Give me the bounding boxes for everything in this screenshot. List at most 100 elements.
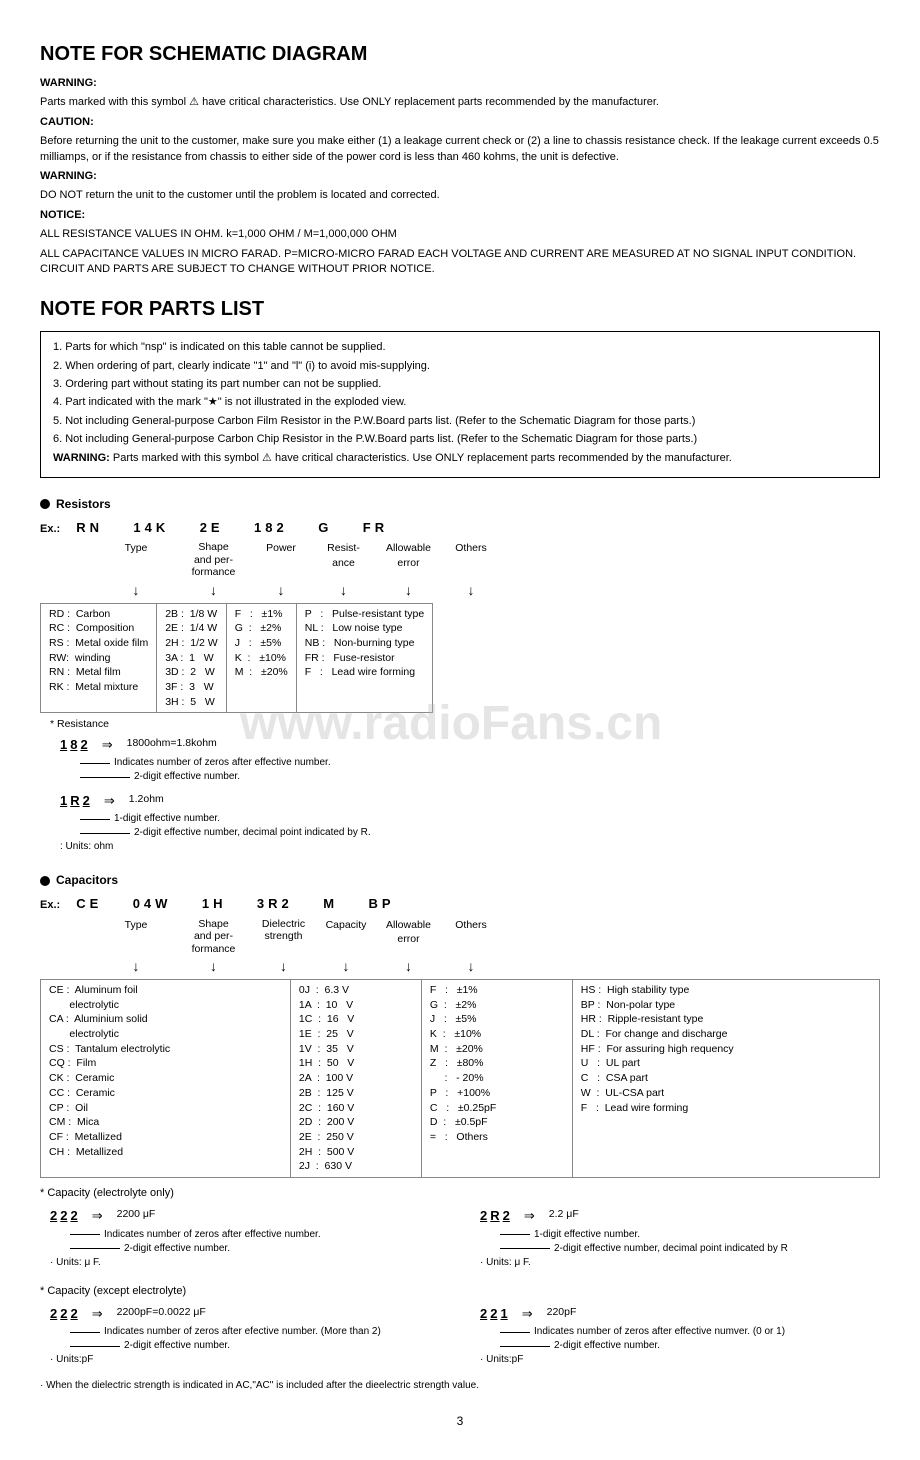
table-row: F : ±1%	[430, 983, 564, 998]
d-note-line: Indicates number of zeros after efective…	[70, 1325, 450, 1339]
table-row: BP : Non-polar type	[581, 998, 871, 1013]
table-row: 3A : 1 W	[165, 651, 218, 666]
ex-label: Ex.:	[40, 898, 60, 913]
d-arrow: ⇒	[92, 1305, 103, 1323]
table-row: CE : Aluminum foil electrolytic	[49, 983, 282, 1012]
d-note-line: 2-digit effective number.	[70, 1242, 450, 1256]
table-row: G : ±2%	[235, 621, 288, 636]
col-header-allowable: Allowableerror	[376, 541, 441, 579]
table-row: 1A : 10 V	[299, 998, 413, 1013]
cap-except-right: 2 2 1 ⇒ 220pF Indicates number of zeros …	[470, 1303, 880, 1371]
table-row: 2E : 250 V	[299, 1130, 413, 1145]
d-note-line: Indicates number of zeros after effectiv…	[500, 1325, 880, 1339]
note-text: 2-digit effective number.	[124, 1339, 230, 1353]
footer-note: · When the dielectric strength is indica…	[40, 1379, 880, 1393]
d-char: 2	[480, 1207, 487, 1225]
parts-list-title: NOTE FOR PARTS LIST	[40, 295, 880, 323]
d-arrow: ⇒	[104, 792, 115, 810]
notice-label: NOTICE:	[40, 209, 85, 221]
table-row: = : Others	[430, 1130, 564, 1145]
table-row: F : ±1%	[235, 607, 288, 622]
d-result: 2200pF=0.0022 μF	[117, 1305, 206, 1320]
table-row: 2A : 100 V	[299, 1071, 413, 1086]
warning2-label: WARNING:	[40, 170, 97, 182]
col-header-resistance: Resist-ance	[311, 541, 376, 579]
d-char: 1	[500, 1305, 507, 1323]
d-result: 1800ohm=1.8kohm	[127, 736, 217, 751]
cap-right-diagram: 2 R 2 ⇒ 2.2 μF 1-digit effective number.	[470, 1205, 880, 1273]
cap-left-diagram: 2 2 2 ⇒ 2200 μF Indicates number of zero…	[40, 1205, 450, 1273]
d-char: 2	[490, 1305, 497, 1323]
table-row: 3D : 2 W	[165, 665, 218, 680]
table-row: NL : Low noise type	[305, 621, 424, 636]
cap-type-col: CE : Aluminum foil electrolytic CA : Alu…	[41, 980, 291, 1178]
d-note-line: 2-digit effective number.	[80, 770, 880, 784]
list-item: 5. Not including General-purpose Carbon …	[53, 414, 867, 429]
table-row: RD : Carbon	[49, 607, 148, 622]
cap-voltage-col: 0J : 6.3 V 1A : 10 V 1C : 16 V 1E : 25 V…	[290, 980, 421, 1178]
col-header-type: Type	[96, 541, 176, 579]
table-row: J : ±5%	[430, 1012, 564, 1027]
d-char: 2	[480, 1305, 487, 1323]
table-row: K : ±10%	[430, 1027, 564, 1042]
res-power-col: 2B : 1/8 W 2E : 1/4 W 2H : 1/2 W 3A : 1 …	[157, 603, 227, 713]
d-arrow: ⇒	[522, 1305, 533, 1323]
table-row: 1E : 25 V	[299, 1027, 413, 1042]
caution-label: CAUTION:	[40, 116, 94, 128]
table-row: G : ±2%	[430, 998, 564, 1013]
table-row: HR : Ripple-resistant type	[581, 1012, 871, 1027]
d-result: 2.2 μF	[549, 1207, 579, 1222]
table-row: 2H : 1/2 W	[165, 636, 218, 651]
table-row: NB : Non-burning type	[305, 636, 424, 651]
cap-star: * Capacity (electrolyte only)	[40, 1186, 880, 1201]
table-row: F : Lead wire forming	[305, 665, 424, 680]
warning1-label: WARNING:	[40, 77, 97, 89]
d-char: 2	[50, 1207, 57, 1225]
table-row: RW: winding	[49, 651, 148, 666]
d-char: 2	[50, 1305, 57, 1323]
note-text: 2-digit effective number.	[554, 1339, 660, 1353]
cap-col-others: Others	[441, 918, 501, 956]
d-arrow: ⇒	[524, 1207, 535, 1225]
table-row: CM : Mica	[49, 1115, 282, 1130]
note-text: 2-digit effective number, decimal point …	[554, 1242, 788, 1256]
table-row: CC : Ceramic	[49, 1086, 282, 1101]
table-row: DL : For change and discharge	[581, 1027, 871, 1042]
caution-text: Before returning the unit to the custome…	[40, 134, 880, 165]
d-char: 2	[83, 792, 90, 810]
table-row: CK : Ceramic	[49, 1071, 282, 1086]
d-note-line: Indicates number of zeros after effectiv…	[70, 1228, 450, 1242]
table-row: M : ±20%	[235, 665, 288, 680]
d-arrow: ⇒	[92, 1207, 103, 1225]
schematic-title: NOTE FOR SCHEMATIC DIAGRAM	[40, 40, 880, 68]
table-row: K : ±10%	[235, 651, 288, 666]
d-note-line: 2-digit effective number, decimal point …	[500, 1242, 880, 1256]
table-row: 0J : 6.3 V	[299, 983, 413, 998]
table-row: HS : High stability type	[581, 983, 871, 998]
d-char: 2	[503, 1207, 510, 1225]
list-item: 3. Ordering part without stating its par…	[53, 377, 867, 392]
d-note-line: 1-digit effective number.	[500, 1228, 880, 1242]
table-row: 1C : 16 V	[299, 1012, 413, 1027]
d-result: 2200 μF	[117, 1207, 156, 1222]
ex-label: Ex.:	[40, 522, 60, 537]
table-row: P : +100%	[430, 1086, 564, 1101]
table-row: P : Pulse-resistant type	[305, 607, 424, 622]
notice-text1: ALL RESISTANCE VALUES IN OHM. k=1,000 OH…	[40, 227, 880, 242]
resistors-label: Resistors	[56, 496, 111, 513]
units-note: · Units:pF	[50, 1353, 450, 1367]
d-char: 1	[60, 792, 67, 810]
list-item: 2. When ordering of part, clearly indica…	[53, 359, 867, 374]
resistance-star: * Resistance	[50, 717, 880, 732]
table-row: J : ±5%	[235, 636, 288, 651]
table-row: CA : Aluminium solid electrolytic	[49, 1012, 282, 1041]
table-row: CS : Tantalum electrolytic	[49, 1042, 282, 1057]
cap-star2: * Capacity (except electrolyte)	[40, 1284, 880, 1299]
table-row: 3F : 3 W	[165, 680, 218, 695]
table-row: C : CSA part	[581, 1071, 871, 1086]
bullet-icon	[40, 876, 50, 886]
table-row: RS : Metal oxide film	[49, 636, 148, 651]
cap-col-capacity: Capacity	[316, 918, 376, 956]
note-text: 1-digit effective number.	[534, 1228, 640, 1242]
table-row: M : ±20%	[430, 1042, 564, 1057]
